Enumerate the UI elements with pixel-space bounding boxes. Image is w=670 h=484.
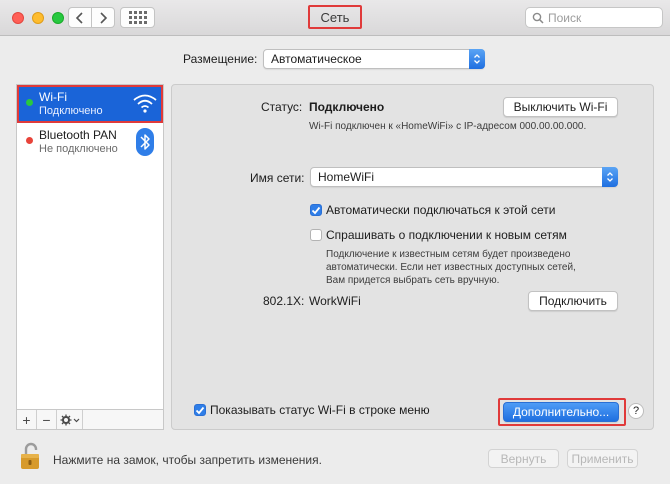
dot1x-value: WorkWiFi [309,294,361,308]
ask-join-label[interactable]: Спрашивать о подключении к новым сетям [326,228,567,242]
lock-hint-text: Нажмите на замок, чтобы запретить измене… [53,453,322,467]
wifi-icon [133,94,157,113]
remove-service-button[interactable]: − [37,410,57,429]
minimize-window-button[interactable] [32,12,44,24]
search-input[interactable] [546,9,658,26]
status-dot-icon [26,99,33,106]
show-status-label[interactable]: Показывать статус Wi-Fi в строке меню [210,403,430,417]
back-button[interactable] [68,7,92,28]
status-value: Подключено [309,100,385,114]
search-field[interactable] [525,7,663,28]
location-value: Автоматическое [271,52,362,66]
bluetooth-icon [136,128,154,156]
zoom-window-button[interactable] [52,12,64,24]
popup-arrows-icon [602,167,618,187]
service-name: Wi-Fi [39,90,67,104]
forward-button[interactable] [91,7,115,28]
auto-join-label[interactable]: Автоматически подключаться к этой сети [326,203,556,217]
turn-off-wifi-button[interactable]: Выключить Wi-Fi [503,97,618,117]
service-status: Подключено [39,105,103,117]
add-service-button[interactable]: + [17,410,37,429]
ask-join-note: Подключение к известным сетям будет прои… [326,249,576,286]
show-status-checkbox[interactable] [194,404,206,416]
show-all-button[interactable] [120,7,155,28]
dot1x-label: 802.1X: [263,294,305,308]
network-name-label: Имя сети: [250,171,305,185]
gear-icon [60,414,79,425]
search-icon [532,12,544,24]
network-name-value: HomeWiFi [318,170,374,184]
apply-button[interactable]: Применить [567,449,638,468]
help-button[interactable]: ? [628,403,644,419]
title-bar: Сеть [0,0,670,36]
revert-button[interactable]: Вернуть [488,449,559,468]
chevron-left-icon [75,11,83,24]
status-label: Статус: [261,100,303,114]
lock-icon[interactable] [18,441,44,471]
close-window-button[interactable] [12,12,24,24]
wifi-settings-panel: Статус: Подключено Выключить Wi-Fi Wi-Fi… [171,84,654,430]
checkmark-icon [311,206,321,214]
service-item-bluetooth-pan[interactable]: Bluetooth PAN Не подключено [17,123,163,161]
footer-bar: Нажмите на замок, чтобы запретить измене… [0,437,670,484]
action-menu-button[interactable] [57,410,83,429]
location-label: Размещение: [183,52,258,66]
service-item-wifi[interactable]: Wi-Fi Подключено [17,85,163,123]
service-list-toolbar: + − [16,410,164,430]
window-title: Сеть [308,5,362,29]
status-dot-icon [26,137,33,144]
service-list: Wi-Fi Подключено Bluetooth PAN Не подклю… [16,84,164,410]
service-name: Bluetooth PAN [39,128,117,142]
location-popup[interactable]: Автоматическое [263,49,485,69]
advanced-button[interactable]: Дополнительно... [503,402,619,422]
checkmark-icon [195,406,205,414]
grid-icon [128,11,132,14]
chevron-right-icon [100,11,108,24]
service-status: Не подключено [39,143,118,155]
auto-join-checkbox[interactable] [310,204,322,216]
popup-arrows-icon [469,49,485,69]
connect-button[interactable]: Подключить [528,291,618,311]
ask-join-checkbox[interactable] [310,229,322,241]
status-detail: Wi-Fi подключен к «HomeWiFi» с IP-адресо… [309,121,587,132]
network-name-popup[interactable]: HomeWiFi [310,167,618,187]
